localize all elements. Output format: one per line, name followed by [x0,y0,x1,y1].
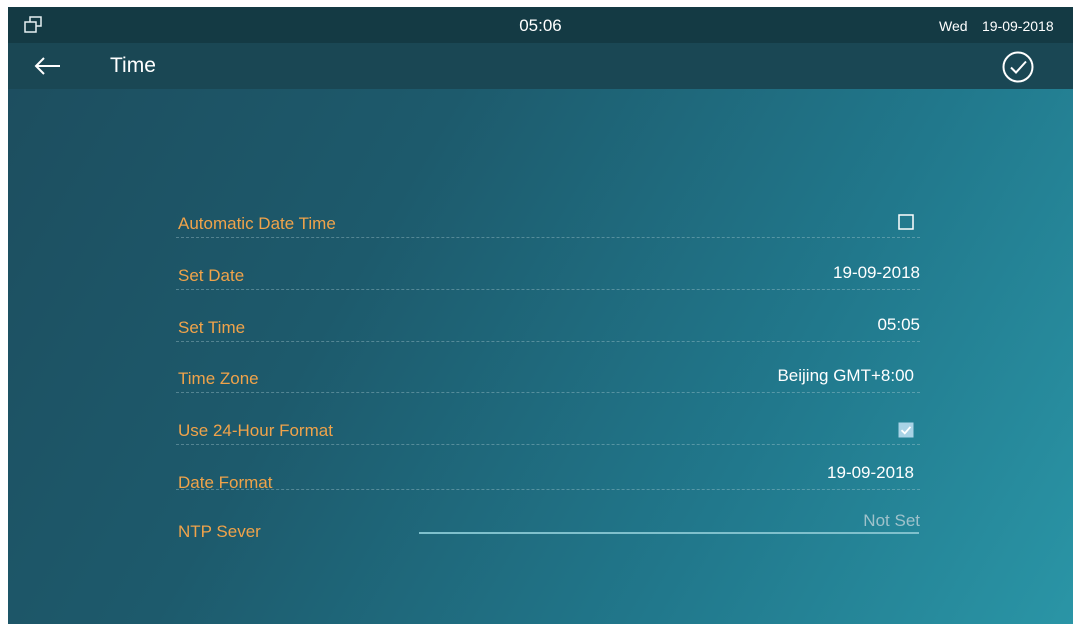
time-zone-label: Time Zone [178,369,259,388]
setting-row-24-hour-format[interactable]: Use 24-Hour Format [176,418,920,445]
setting-row-automatic-date-time[interactable]: Automatic Date Time [176,211,920,238]
settings-screen: 05:06 Wed 19-09-2018 Time Automatic Date… [8,7,1073,624]
setting-row-set-date[interactable]: Set Date 19-09-2018 [176,263,920,290]
confirm-check-icon[interactable] [1001,50,1035,84]
set-date-value[interactable]: 19-09-2018 [833,263,920,283]
date-format-label: Date Format [178,473,273,492]
automatic-date-time-label: Automatic Date Time [178,214,336,233]
use-24-hour-format-label: Use 24-Hour Format [178,421,333,440]
ntp-sever-label: NTP Sever [178,522,261,541]
title-bar: Time [8,43,1073,89]
setting-row-set-time[interactable]: Set Time 05:05 [176,315,920,342]
date-format-value[interactable]: 19-09-2018 [827,463,914,483]
status-date: 19-09-2018 [982,18,1054,34]
set-date-label: Set Date [178,266,245,285]
status-day: Wed [939,18,968,34]
automatic-date-time-checkbox[interactable] [898,214,914,230]
back-arrow-icon[interactable] [32,55,62,77]
ntp-server-underline [419,532,919,534]
status-bar: 05:06 Wed 19-09-2018 [8,7,1073,43]
ntp-server-input[interactable]: Not Set [863,511,920,531]
page-title: Time [110,54,156,77]
time-zone-value[interactable]: Beijing GMT+8:00 [777,366,914,386]
set-time-value[interactable]: 05:05 [877,315,920,335]
use-24-hour-format-checkbox[interactable] [898,422,914,438]
status-clock: 05:06 [519,16,562,35]
set-time-label: Set Time [178,318,246,337]
setting-row-date-format[interactable]: Date Format 19-09-2018 [176,463,920,492]
setting-row-time-zone[interactable]: Time Zone Beijing GMT+8:00 [176,366,920,393]
